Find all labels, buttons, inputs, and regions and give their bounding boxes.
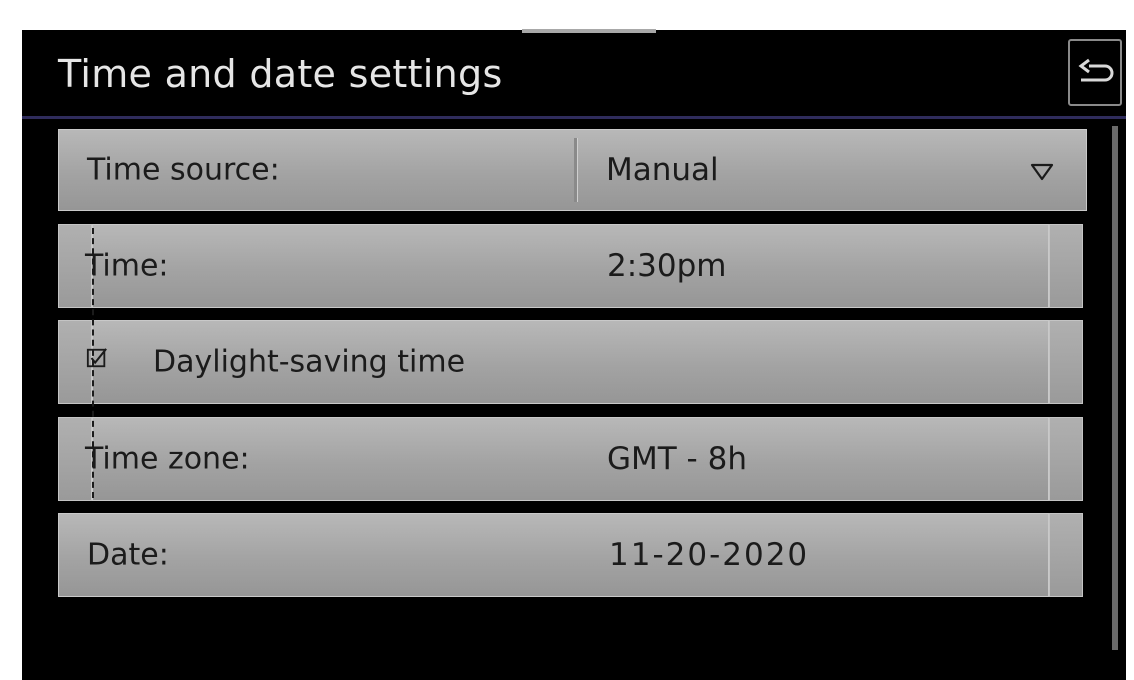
timezone-row-right-tab <box>1049 417 1083 501</box>
back-button[interactable] <box>1068 39 1122 106</box>
daylight-saving-label: Daylight-saving time <box>153 344 466 380</box>
date-row[interactable]: Date: 11-20-2020 <box>58 513 1049 597</box>
header-divider <box>22 116 1126 119</box>
time-zone-label: Time zone: <box>85 441 250 477</box>
triangle-down-icon <box>1030 163 1054 181</box>
time-row-right-tab <box>1049 224 1083 308</box>
row-divider <box>574 138 578 202</box>
scrollbar[interactable] <box>1112 126 1118 650</box>
row-marker-line <box>92 228 94 498</box>
drag-handle[interactable] <box>522 29 656 33</box>
back-return-icon <box>1078 58 1114 81</box>
time-label: Time: <box>85 248 169 284</box>
time-source-row[interactable]: Time source: Manual <box>58 129 1087 211</box>
time-value: 2:30pm <box>607 248 727 284</box>
time-zone-row[interactable]: Time zone: GMT - 8h <box>85 417 1049 501</box>
daylight-saving-row[interactable]: Daylight-saving time <box>92 320 1049 404</box>
page-title: Time and date settings <box>58 52 503 96</box>
checkbox-checked-icon[interactable] <box>86 347 108 369</box>
date-row-right-tab <box>1049 513 1083 597</box>
time-zone-value: GMT - 8h <box>607 441 747 477</box>
date-label: Date: <box>87 537 169 573</box>
time-source-label: Time source: <box>87 152 280 188</box>
time-row[interactable]: Time: 2:30pm <box>85 224 1049 308</box>
date-value: 11-20-2020 <box>609 537 810 573</box>
time-source-value: Manual <box>606 152 719 188</box>
dst-row-right-tab <box>1049 320 1083 404</box>
